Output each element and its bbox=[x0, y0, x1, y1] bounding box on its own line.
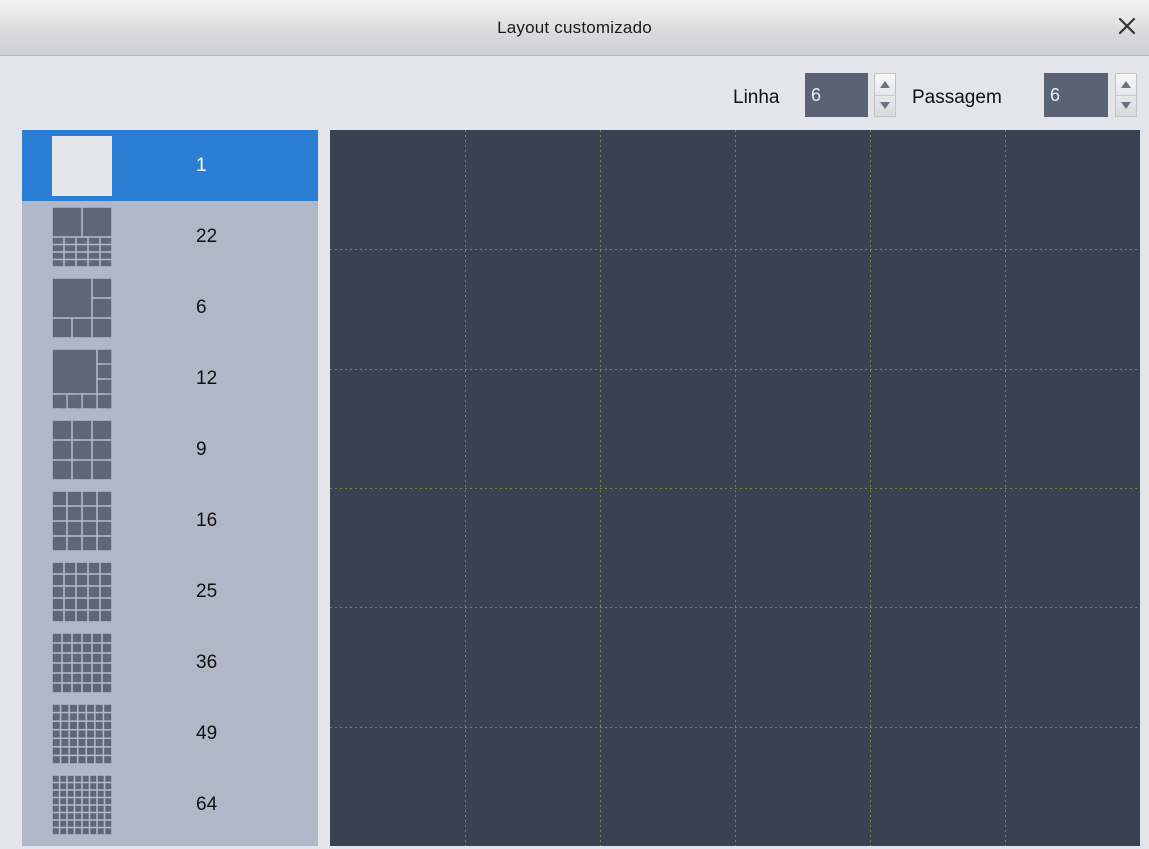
layout-item-49[interactable]: 49 bbox=[22, 698, 318, 769]
columns-input[interactable]: 6 bbox=[1044, 73, 1108, 117]
layout-count-label: 6 bbox=[196, 297, 207, 318]
columns-down-button[interactable] bbox=[1116, 94, 1136, 117]
arrow-up-icon bbox=[1121, 80, 1131, 88]
layout-36-icon bbox=[52, 633, 112, 693]
layout-count-label: 25 bbox=[196, 581, 218, 602]
layout-item-25[interactable]: 25 bbox=[22, 556, 318, 627]
layout-count-label: 12 bbox=[196, 368, 218, 389]
arrow-down-icon bbox=[1121, 102, 1131, 110]
layout-list: 1 22 6 12 9 16 25 36 49 64 bbox=[22, 130, 318, 846]
rows-label: Linha bbox=[733, 87, 780, 108]
layout-16-icon bbox=[52, 491, 112, 551]
layout-count-label: 22 bbox=[196, 226, 218, 247]
layout-count-label: 36 bbox=[196, 652, 218, 673]
rows-input[interactable]: 6 bbox=[805, 73, 868, 117]
columns-label: Passagem bbox=[912, 87, 1002, 108]
close-icon bbox=[1118, 17, 1136, 35]
layout-1-icon bbox=[52, 136, 112, 196]
layout-item-64[interactable]: 64 bbox=[22, 769, 318, 840]
title-bar: Layout customizado bbox=[0, 0, 1149, 56]
layout-count-label: 49 bbox=[196, 723, 218, 744]
grid-canvas bbox=[330, 130, 1140, 846]
columns-spinner bbox=[1115, 73, 1137, 117]
rows-up-button[interactable] bbox=[875, 74, 895, 95]
layout-64-icon bbox=[52, 775, 112, 835]
close-button[interactable] bbox=[1113, 12, 1141, 40]
layout-item-9[interactable]: 9 bbox=[22, 414, 318, 485]
layout-item-36[interactable]: 36 bbox=[22, 627, 318, 698]
layout-9-icon bbox=[52, 420, 112, 480]
layout-item-16[interactable]: 16 bbox=[22, 485, 318, 556]
columns-up-button[interactable] bbox=[1116, 74, 1136, 95]
layout-count-label: 64 bbox=[196, 794, 218, 815]
layout-count-label: 9 bbox=[196, 439, 207, 460]
layout-12-icon bbox=[52, 349, 112, 409]
layout-49-icon bbox=[52, 704, 112, 764]
arrow-down-icon bbox=[880, 102, 890, 110]
layout-25-icon bbox=[52, 562, 112, 622]
layout-count-label: 16 bbox=[196, 510, 218, 531]
layout-item-12[interactable]: 12 bbox=[22, 343, 318, 414]
layout-count-label: 1 bbox=[196, 155, 207, 176]
layout-item-1[interactable]: 1 bbox=[22, 130, 318, 201]
layout-item-22[interactable]: 22 bbox=[22, 201, 318, 272]
layout-6-icon bbox=[52, 278, 112, 338]
arrow-up-icon bbox=[880, 80, 890, 88]
rows-spinner bbox=[874, 73, 896, 117]
window-title: Layout customizado bbox=[497, 17, 652, 37]
rows-down-button[interactable] bbox=[875, 94, 895, 117]
layout-grid[interactable] bbox=[330, 130, 1140, 846]
layout-item-6[interactable]: 6 bbox=[22, 272, 318, 343]
layout-22-icon bbox=[52, 207, 112, 267]
